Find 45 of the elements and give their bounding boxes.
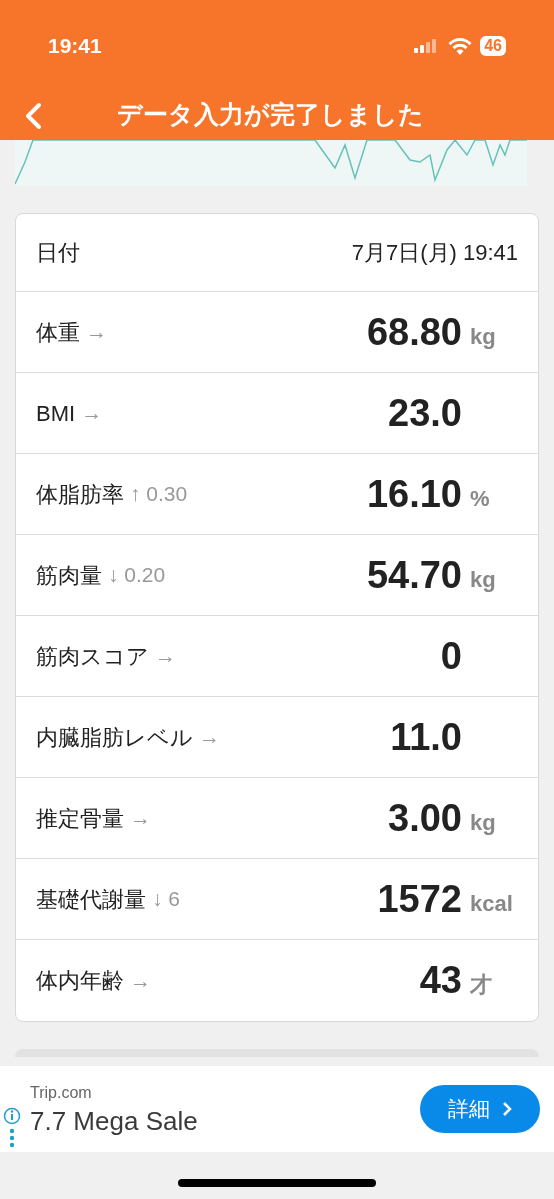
metric-value: 54.70	[366, 552, 462, 598]
unit-text: %	[470, 485, 490, 511]
metric-value: 1572	[377, 876, 462, 922]
unit-text: kg	[470, 809, 496, 835]
metric-value: 0	[440, 633, 462, 679]
unit-text: kg	[470, 566, 496, 592]
status-time: 19:41	[48, 33, 102, 60]
metric-label: 推定骨量	[36, 804, 124, 833]
date-label: 日付	[36, 239, 81, 267]
metric-label: 体内年齢	[36, 967, 124, 995]
metric-label: 基礎代謝量	[36, 885, 146, 914]
metric-label: 筋肉量	[36, 561, 102, 590]
trend-text: →	[130, 805, 151, 832]
trend-text: ↓ 0.20	[108, 562, 166, 589]
metric-label: BMI	[36, 399, 76, 428]
trend-text: →	[199, 724, 220, 751]
date-value: 7月7日(月) 19:41	[351, 239, 518, 267]
metric-label: 内臓脂肪レベル	[36, 723, 193, 752]
advertiser-name: Trip.com	[30, 1082, 93, 1103]
trend-text: →	[155, 643, 176, 670]
details-button[interactable]: 詳細	[420, 1085, 540, 1133]
signal-icon	[414, 39, 439, 53]
metric-value: 11.0	[390, 714, 462, 760]
battery-indicator: 46	[480, 36, 506, 56]
metric-value: 43	[419, 958, 462, 1003]
trend-text: →	[130, 967, 151, 994]
metric-value: 3.00	[388, 795, 462, 841]
metric-value: 23.0	[388, 390, 462, 436]
metric-label: 体重	[36, 318, 80, 347]
metric-label: 筋肉スコア	[36, 642, 149, 671]
trend-text: ↓ 6	[152, 886, 180, 913]
metric-label: 体脂肪率	[36, 480, 124, 509]
ad-headline: 7.7 Mega Sale	[30, 1104, 199, 1138]
unit-text: kcal	[470, 890, 513, 916]
trend-text: →	[81, 400, 103, 427]
metric-value: 16.10	[366, 471, 462, 517]
metric-value: 68.80	[366, 309, 462, 355]
back-icon[interactable]	[24, 102, 42, 130]
trend-text: ↑ 0.30	[130, 481, 188, 508]
unit-text: 才	[470, 972, 492, 997]
chevron-icon	[502, 1101, 512, 1117]
trend-text: →	[86, 319, 107, 346]
wifi-icon	[448, 37, 473, 55]
page-title: データ入力が完了しました	[117, 99, 424, 131]
unit-text: kg	[470, 323, 496, 349]
